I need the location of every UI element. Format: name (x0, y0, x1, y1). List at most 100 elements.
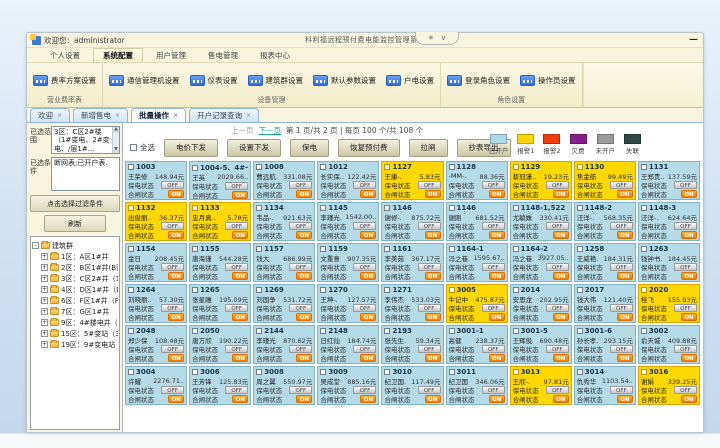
ribbon-button[interactable]: 通信管理机设置 (109, 75, 180, 86)
meter-card[interactable]: 1164-2 冯之巷. 3927.05.. 保电状态 OFF (510, 243, 572, 282)
protect-off-button[interactable]: OFF (482, 263, 505, 271)
switch-on-button[interactable]: ON (360, 313, 376, 321)
meter-card[interactable]: 1012 长实保.. 122.42元 保电状态 OFF 合闸 (317, 161, 379, 200)
meter-checkbox[interactable] (320, 369, 326, 375)
meter-checkbox[interactable] (384, 287, 390, 293)
switch-on-button[interactable]: ON (681, 313, 697, 321)
protect-off-button[interactable]: OFF (482, 386, 505, 394)
meter-checkbox[interactable] (320, 246, 326, 252)
meter-checkbox[interactable] (641, 287, 647, 293)
switch-on-button[interactable]: ON (425, 354, 441, 362)
tree-node[interactable]: + 6区：F区1#井（F区1#… (32, 295, 118, 306)
meter-checkbox[interactable] (577, 287, 583, 293)
expand-icon[interactable]: + (41, 330, 48, 337)
meter-checkbox[interactable] (641, 205, 647, 211)
expand-icon[interactable]: + (41, 319, 48, 326)
switch-on-button[interactable]: ON (617, 272, 633, 280)
meter-card[interactable]: 1154 金日 208.45元 保电状态 OFF 合闸状态 (125, 243, 187, 282)
meter-card[interactable]: 1146 谢刚 681.52元 保电状态 OFF 合闸状态 (446, 202, 508, 241)
meter-card[interactable]: 3001-1 高健 238.37元 保电状态 OFF 合闸状 (446, 325, 508, 364)
meter-card[interactable]: 1132 出俊丽.. 36.37元 保电状态 OFF 合闸状 (125, 202, 187, 241)
switch-on-button[interactable]: ON (296, 313, 312, 321)
meter-checkbox[interactable] (128, 287, 134, 293)
meter-card[interactable]: 2050 唐方欣 190.22元 保电状态 OFF 合闸状态 (189, 325, 251, 364)
switch-on-button[interactable]: ON (617, 190, 633, 198)
switch-on-button[interactable]: ON (681, 395, 697, 403)
meter-card[interactable]: 1265 张星雕 195.09元 保电状态 OFF 合闸状态 (189, 284, 251, 323)
switch-on-button[interactable]: ON (168, 354, 184, 362)
protect-off-button[interactable]: OFF (353, 222, 376, 230)
menu-tab[interactable]: 系统配置 (93, 48, 143, 62)
meter-checkbox[interactable] (128, 164, 134, 170)
meter-card[interactable]: 1157 钱大 686.99元 保电状态 OFF 合闸状态 (253, 243, 315, 282)
meter-checkbox[interactable] (256, 164, 262, 170)
meter-card[interactable]: 3005 牛记中 475.87元 保电状态 OFF 合闸状态 (446, 284, 508, 323)
protect-off-button[interactable]: OFF (546, 222, 569, 230)
switch-on-button[interactable]: ON (425, 395, 441, 403)
protect-off-button[interactable]: OFF (546, 304, 569, 312)
meter-checkbox[interactable] (256, 205, 262, 211)
protect-off-button[interactable]: OFF (546, 386, 569, 394)
meter-checkbox[interactable] (449, 328, 455, 334)
meter-card[interactable]: 1133 忠月真.. 5.78元 保电状态 OFF 合闸状态 (189, 202, 251, 241)
menu-tab[interactable]: 售电管理 (199, 49, 247, 62)
meter-card[interactable]: 3004 许耀 2276.71.. 保电状态 OFF 合闸状 (125, 366, 187, 405)
protect-off-button[interactable]: OFF (161, 181, 184, 189)
scroll-up-icon[interactable]: ▲ (113, 127, 119, 133)
select-all[interactable]: 全选 (130, 142, 155, 153)
switch-on-button[interactable]: ON (489, 313, 505, 321)
switch-on-button[interactable]: ON (553, 354, 569, 362)
protect-off-button[interactable]: OFF (674, 181, 697, 189)
meter-checkbox[interactable] (192, 165, 198, 171)
meter-card[interactable]: 3006 王芳锋 125.83元 保电状态 OFF 合闸状态 (189, 366, 251, 405)
protect-off-button[interactable]: OFF (418, 263, 441, 271)
scroll-down-icon[interactable]: ▼ (113, 147, 119, 153)
meter-card[interactable]: 2017 钱大伟 121.40元 保电状态 OFF 合闸状态 (574, 284, 636, 323)
ribbon-button[interactable]: 仪表设置 (190, 75, 238, 86)
close-tab-icon[interactable]: × (246, 112, 251, 119)
switch-on-button[interactable]: ON (553, 395, 569, 403)
meter-card[interactable]: 2193 张先生. 59.34元 保电状态 OFF 合闸状态 (381, 325, 443, 364)
tree-node[interactable]: + 1区：A区1#井 (32, 251, 118, 262)
protect-off-button[interactable]: OFF (674, 222, 697, 230)
switch-on-button[interactable]: ON (296, 354, 312, 362)
expand-icon[interactable]: + (41, 286, 48, 293)
meter-checkbox[interactable] (192, 287, 198, 293)
protect-off-button[interactable]: OFF (674, 263, 697, 271)
protect-off-button[interactable]: OFF (353, 345, 376, 353)
tree-node[interactable]: + 7区：G区1#井 (32, 306, 118, 317)
menu-tab[interactable]: 报表中心 (251, 49, 299, 62)
meter-checkbox[interactable] (577, 246, 583, 252)
expand-icon[interactable]: + (41, 275, 48, 282)
meter-checkbox[interactable] (128, 246, 134, 252)
meter-checkbox[interactable] (641, 369, 647, 375)
protect-off-button[interactable]: OFF (610, 222, 633, 230)
meter-checkbox[interactable] (256, 369, 262, 375)
collapse-icon[interactable]: - (32, 242, 39, 249)
switch-on-button[interactable]: ON (617, 395, 633, 403)
switch-on-button[interactable]: ON (360, 190, 376, 198)
selected-condition-box[interactable]: 断网表;已开户表. (51, 157, 120, 191)
meter-card[interactable]: 1008 曹远航. 331.08元 保电状态 OFF 合闸状 (253, 161, 315, 200)
switch-on-button[interactable]: ON (232, 272, 248, 280)
meter-checkbox[interactable] (577, 164, 583, 170)
protect-off-button[interactable]: OFF (289, 386, 312, 394)
expand-icon[interactable]: + (41, 253, 48, 260)
switch-on-button[interactable]: ON (425, 190, 441, 198)
switch-on-button[interactable]: ON (296, 395, 312, 403)
document-tab[interactable]: 开户记录查询 × (189, 108, 259, 122)
meter-checkbox[interactable] (128, 369, 134, 375)
meter-card[interactable]: 3001-5 王辉俊 690.48元 保电状态 OFF 合闸 (510, 325, 572, 364)
switch-on-button[interactable]: ON (553, 231, 569, 239)
switch-on-button[interactable]: ON (617, 313, 633, 321)
protect-off-button[interactable]: OFF (353, 386, 376, 394)
protect-off-button[interactable]: OFF (353, 263, 376, 271)
switch-on-button[interactable]: ON (360, 272, 376, 280)
ribbon-button[interactable]: 默认参数设置 (313, 75, 376, 86)
protect-off-button[interactable]: OFF (418, 345, 441, 353)
switch-on-button[interactable]: ON (360, 395, 376, 403)
expand-icon[interactable]: + (41, 341, 48, 348)
protect-off-button[interactable]: OFF (289, 345, 312, 353)
protect-off-button[interactable]: OFF (225, 345, 248, 353)
switch-on-button[interactable]: ON (232, 354, 248, 362)
